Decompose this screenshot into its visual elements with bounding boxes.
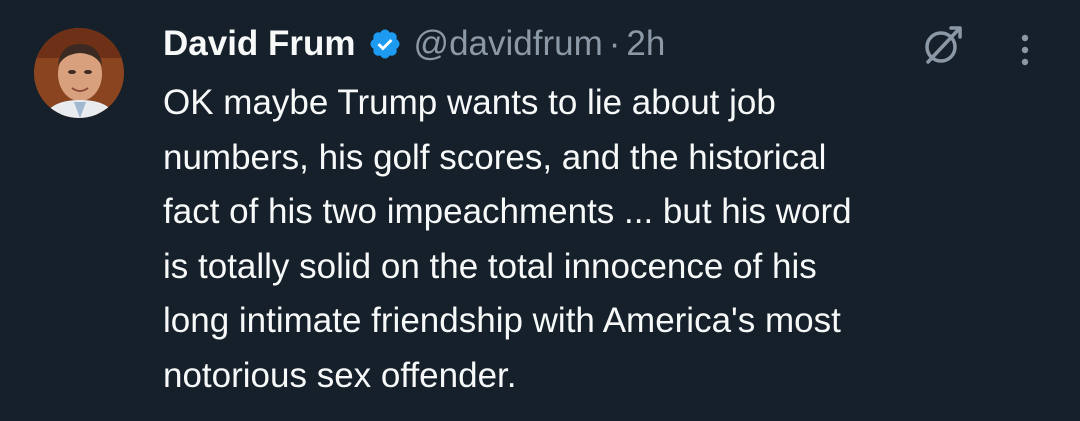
timestamp[interactable]: 2h — [626, 24, 665, 64]
more-options-icon[interactable] — [1010, 30, 1040, 70]
author-name[interactable]: David Frum — [163, 24, 356, 64]
tweet-text: OK maybe Trump wants to lie about job nu… — [163, 76, 1043, 403]
verified-badge-icon — [368, 27, 402, 61]
tweet-text-line: long intimate friendship with America's … — [163, 301, 841, 340]
tweet-header: David Frum @davidfrum · 2h — [163, 22, 665, 66]
tweet-text-line: is totally solid on the total innocence … — [163, 246, 817, 286]
avatar-image — [34, 28, 124, 118]
tweet-text-line: fact of his two impeachments ... but his… — [163, 192, 852, 231]
separator-dot: · — [608, 24, 621, 63]
avatar[interactable] — [34, 28, 124, 118]
tweet-text-line: OK maybe Trump wants to lie about job — [163, 83, 776, 122]
author-handle[interactable]: @davidfrum — [414, 24, 603, 64]
tweet-text-line: notorious sex offender. — [163, 355, 517, 395]
grok-icon[interactable] — [920, 24, 964, 68]
tweet[interactable]: David Frum @davidfrum · 2h OK maybe Trum… — [0, 0, 1080, 421]
tweet-text-line: numbers, his golf scores, and the histor… — [163, 137, 827, 177]
